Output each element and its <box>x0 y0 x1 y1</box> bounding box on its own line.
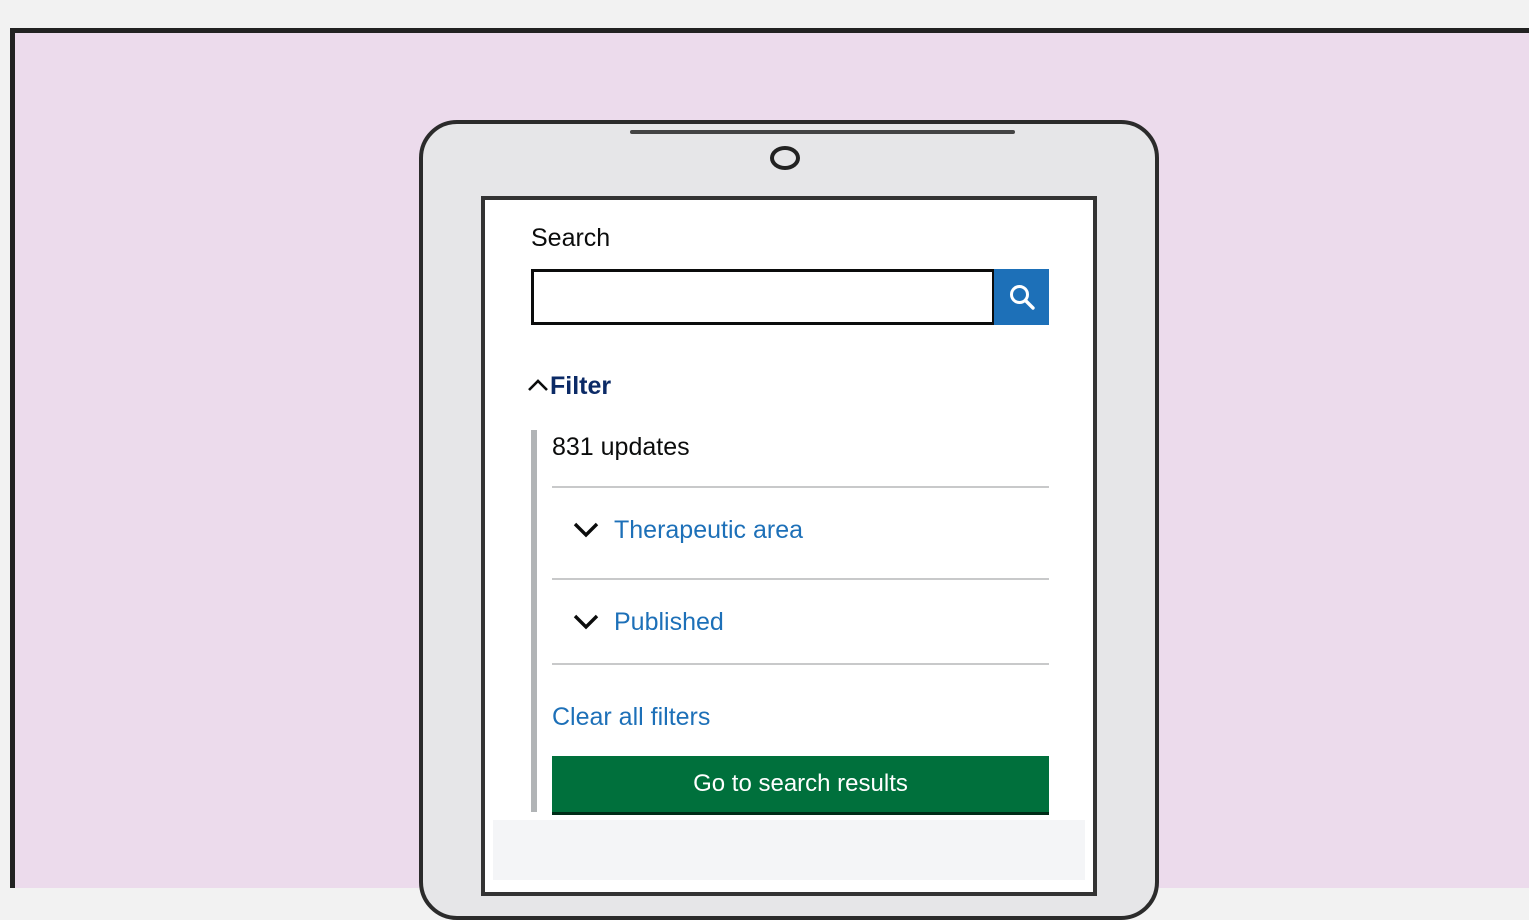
chevron-down-icon <box>573 614 599 630</box>
accordion-therapeutic-area[interactable]: Therapeutic area <box>572 512 803 548</box>
divider <box>552 663 1049 665</box>
tablet-speaker <box>630 130 1015 134</box>
filter-toggle-label: Filter <box>550 371 612 400</box>
divider <box>552 578 1049 580</box>
accordion-published[interactable]: Published <box>572 604 724 640</box>
clear-all-filters-link[interactable]: Clear all filters <box>552 703 710 732</box>
chevron-up-icon <box>528 379 548 391</box>
search-label: Search <box>531 224 611 252</box>
search-button[interactable] <box>994 269 1049 325</box>
chevron-down-icon <box>573 522 599 538</box>
filter-toggle[interactable]: Filter <box>526 370 611 402</box>
divider <box>552 486 1049 488</box>
search-input[interactable] <box>531 269 995 325</box>
tablet-camera <box>770 146 800 170</box>
screen-footer-area <box>493 820 1085 880</box>
go-to-search-results-button[interactable]: Go to search results <box>552 756 1049 812</box>
result-count: 831 updates <box>552 433 690 461</box>
accordion-label: Therapeutic area <box>614 515 804 544</box>
accordion-label: Published <box>614 607 724 636</box>
search-icon <box>1009 285 1035 310</box>
